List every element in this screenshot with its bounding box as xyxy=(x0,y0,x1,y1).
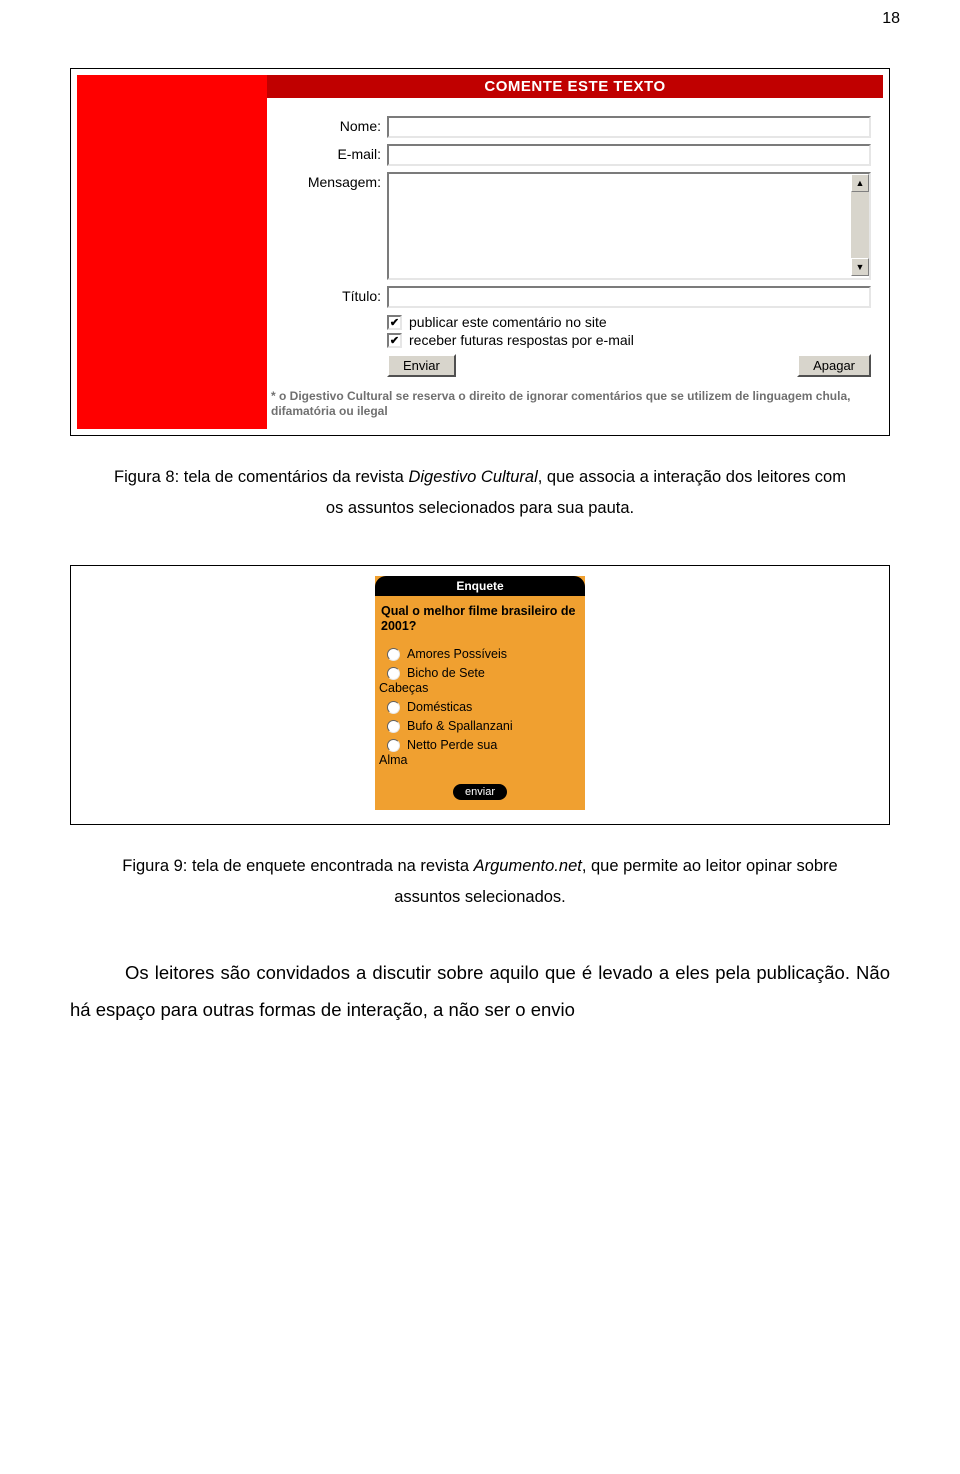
caption8-prefix: Figura 8: tela de comentários da revista xyxy=(114,468,408,486)
caption8-suffix: , que associa a interação dos leitores c… xyxy=(538,468,846,486)
input-titulo[interactable] xyxy=(387,286,871,308)
row-mensagem: Mensagem: ▲ ▼ xyxy=(267,172,871,280)
enquete-widget: Enquete Qual o melhor filme brasileiro d… xyxy=(375,576,585,810)
enquete-option-1[interactable]: Bicho de Sete Cabeças xyxy=(379,664,581,698)
row-check-publicar: ✔ publicar este comentário no site xyxy=(387,314,871,330)
radio-icon[interactable] xyxy=(387,720,400,733)
enquete-option-2[interactable]: Domésticas xyxy=(379,698,581,717)
row-nome: Nome: xyxy=(267,116,871,138)
red-sidebar xyxy=(77,75,267,429)
checkbox-publicar[interactable]: ✔ xyxy=(387,315,402,330)
enquete-option-label-part1: Bicho de Sete xyxy=(407,666,485,681)
checkbox-receber[interactable]: ✔ xyxy=(387,333,402,348)
figure-8-frame: COMENTE ESTE TEXTO Nome: E-mail: Mensage… xyxy=(70,68,890,436)
comment-form-body: Nome: E-mail: Mensagem: ▲ ▼ xyxy=(267,98,883,429)
enquete-option-label-part1: Netto Perde sua xyxy=(407,738,497,753)
body-paragraph: Os leitores são convidados a discutir so… xyxy=(70,954,890,1028)
caption9-suffix: , que permite ao leitor opinar sobre xyxy=(582,857,838,875)
input-nome[interactable] xyxy=(387,116,871,138)
enviar-button[interactable]: Enviar xyxy=(387,354,456,377)
enquete-option-label: Amores Possíveis xyxy=(407,647,507,662)
button-row: Enviar Apagar xyxy=(387,354,871,377)
radio-icon[interactable] xyxy=(387,667,400,680)
textarea-mensagem[interactable] xyxy=(387,172,871,280)
label-nome: Nome: xyxy=(267,116,387,134)
row-check-receber: ✔ receber futuras respostas por e-mail xyxy=(387,332,871,348)
caption8-line2: os assuntos selecionados para sua pauta. xyxy=(326,499,634,517)
enquete-option-label: Domésticas xyxy=(407,700,472,715)
textarea-scrollbar[interactable]: ▲ ▼ xyxy=(851,174,869,276)
enquete-option-3[interactable]: Bufo & Spallanzani xyxy=(379,717,581,736)
body-p1: Os leitores são convidados a discutir so… xyxy=(70,954,890,1028)
checkbox-publicar-label: publicar este comentário no site xyxy=(409,314,607,330)
enquete-header: Enquete xyxy=(375,576,585,596)
input-email[interactable] xyxy=(387,144,871,166)
scroll-up-icon[interactable]: ▲ xyxy=(851,174,869,192)
figure-9-frame: Enquete Qual o melhor filme brasileiro d… xyxy=(70,565,890,825)
comment-form-main: COMENTE ESTE TEXTO Nome: E-mail: Mensage… xyxy=(267,75,883,429)
caption8-italic: Digestivo Cultural xyxy=(408,468,537,486)
enquete-option-0[interactable]: Amores Possíveis xyxy=(379,645,581,664)
label-email: E-mail: xyxy=(267,144,387,162)
radio-icon[interactable] xyxy=(387,701,400,714)
checkbox-receber-label: receber futuras respostas por e-mail xyxy=(409,332,634,348)
label-mensagem: Mensagem: xyxy=(267,172,387,190)
figure-9-caption: Figura 9: tela de enquete encontrada na … xyxy=(70,851,890,914)
comment-form-header: COMENTE ESTE TEXTO xyxy=(267,75,883,98)
row-titulo: Título: xyxy=(267,286,871,308)
comment-disclaimer: * o Digestivo Cultural se reserva o dire… xyxy=(271,389,871,423)
page-number: 18 xyxy=(0,0,960,28)
comment-form-widget: COMENTE ESTE TEXTO Nome: E-mail: Mensage… xyxy=(77,75,883,429)
enquete-option-label-part2: Cabeças xyxy=(379,681,581,696)
caption9-prefix: Figura 9: tela de enquete encontrada na … xyxy=(122,857,473,875)
enquete-question: Qual o melhor filme brasileiro de 2001? xyxy=(375,596,585,641)
enquete-option-label-part2: Alma xyxy=(379,753,581,768)
caption9-line2: assuntos selecionados. xyxy=(394,888,566,906)
row-email: E-mail: xyxy=(267,144,871,166)
apagar-button[interactable]: Apagar xyxy=(797,354,871,377)
figure-8-caption: Figura 8: tela de comentários da revista… xyxy=(70,462,890,525)
radio-icon[interactable] xyxy=(387,648,400,661)
scroll-down-icon[interactable]: ▼ xyxy=(851,258,869,276)
enquete-options: Amores Possíveis Bicho de Sete Cabeças D… xyxy=(375,641,585,778)
enquete-option-label: Bufo & Spallanzani xyxy=(407,719,513,734)
enquete-enviar-button[interactable]: enviar xyxy=(453,784,507,800)
radio-icon[interactable] xyxy=(387,739,400,752)
caption9-italic: Argumento.net xyxy=(474,857,582,875)
label-titulo: Título: xyxy=(267,286,387,304)
enquete-option-4[interactable]: Netto Perde sua Alma xyxy=(379,736,581,770)
